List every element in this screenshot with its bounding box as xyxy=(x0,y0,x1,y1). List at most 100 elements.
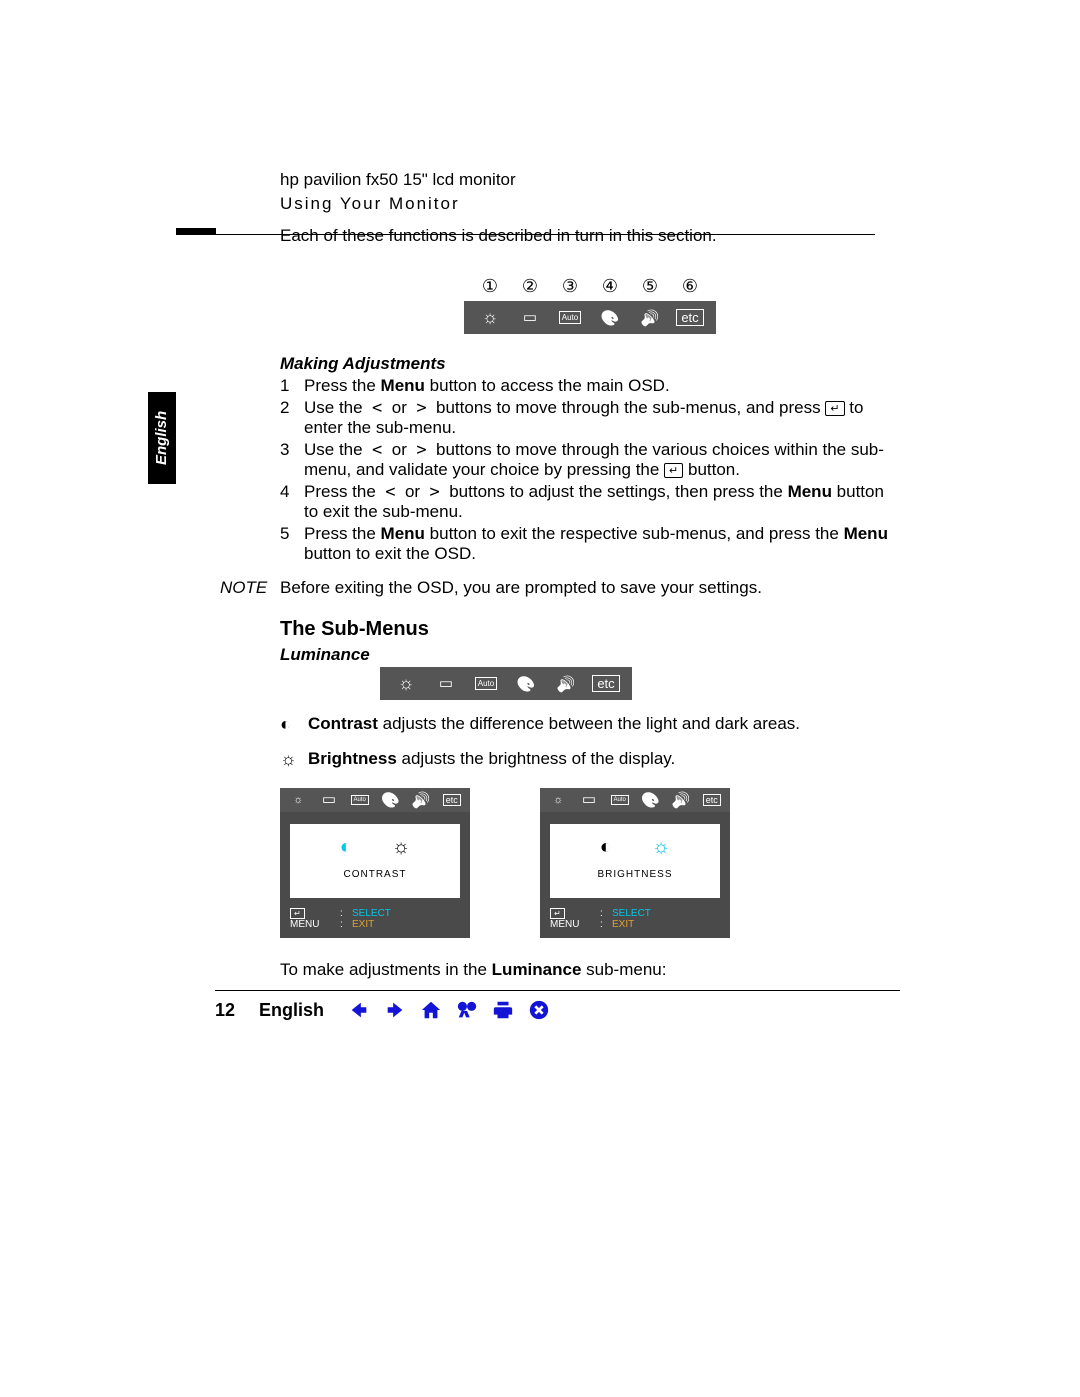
panel-label: CONTRAST xyxy=(292,869,458,880)
making-adjustments-heading: Making Adjustments xyxy=(280,354,900,374)
brightness-desc: Brightness adjusts the brightness of the… xyxy=(280,749,900,770)
page: English hp pavilion fx50 15" lcd monitor… xyxy=(0,0,1080,1397)
brightness-panel: Auto etc BRIGHTNESS ↵:SELECT MENU:EXIT xyxy=(540,788,730,938)
brightness-icon xyxy=(652,836,670,859)
exit-label: EXIT xyxy=(612,919,634,930)
panel-footer: ↵:SELECT MENU:EXIT xyxy=(280,904,470,938)
step-text: Press the Menu button to access the main… xyxy=(304,376,900,396)
osd-num-5: ⑤ xyxy=(630,276,670,297)
select-label: SELECT xyxy=(352,908,391,919)
geometry-icon xyxy=(510,307,550,328)
page-number: 12 xyxy=(215,1000,235,1021)
step-1: 1 Press the Menu button to access the ma… xyxy=(280,376,900,396)
panel-body: CONTRAST xyxy=(290,824,460,898)
note-text: Before exiting the OSD, you are prompted… xyxy=(280,578,762,598)
page-footer: 12 English xyxy=(215,999,900,1021)
panel-label: BRIGHTNESS xyxy=(552,869,718,880)
step-3: 3 Use the < or > buttons to move through… xyxy=(280,440,900,480)
osd-main-bar: Auto etc xyxy=(464,301,716,334)
geometry-icon xyxy=(574,791,605,809)
note-label: NOTE xyxy=(220,578,280,598)
auto-icon: Auto xyxy=(344,791,375,809)
luminance-subhead: Luminance xyxy=(280,645,900,665)
step-num: 2 xyxy=(280,398,304,438)
intro-text: Each of these functions is described in … xyxy=(280,226,900,246)
closing-text: To make adjustments in the Luminance sub… xyxy=(280,960,900,980)
color-icon xyxy=(590,307,630,328)
luminance-icon xyxy=(283,791,314,809)
next-page-icon[interactable] xyxy=(384,999,406,1021)
print-icon[interactable] xyxy=(492,999,514,1021)
panel-footer: ↵:SELECT MENU:EXIT xyxy=(540,904,730,938)
footer-language: English xyxy=(259,1000,324,1021)
enter-key-icon: ↵ xyxy=(550,908,565,919)
brightness-text: Brightness adjusts the brightness of the… xyxy=(308,749,900,770)
geometry-icon xyxy=(314,791,345,809)
menu-label: MENU xyxy=(290,919,340,930)
auto-icon: Auto xyxy=(550,311,590,324)
osd-num-3: ③ xyxy=(550,276,590,297)
contrast-icon xyxy=(600,836,612,859)
footer-rule xyxy=(215,990,900,991)
etc-icon: etc xyxy=(670,309,710,326)
step-num: 3 xyxy=(280,440,304,480)
enter-key-icon: ↵ xyxy=(664,463,683,478)
osd-num-4: ④ xyxy=(590,276,630,297)
step-num: 5 xyxy=(280,524,304,564)
audio-icon xyxy=(666,791,697,809)
luminance-icon xyxy=(386,673,426,694)
section-name: Using Your Monitor xyxy=(280,194,900,214)
audio-icon xyxy=(406,791,437,809)
adjustment-steps: 1 Press the Menu button to access the ma… xyxy=(280,376,900,564)
osd-subpanels: Auto etc CONTRAST ↵:SELECT MENU:EXIT xyxy=(280,788,900,938)
step-text: Press the < or > buttons to adjust the s… xyxy=(304,482,900,522)
sub-menus-heading: The Sub-Menus xyxy=(280,618,900,641)
osd-number-labels: ① ② ③ ④ ⑤ ⑥ xyxy=(465,276,715,297)
luminance-icon xyxy=(470,307,510,328)
step-5: 5 Press the Menu button to exit the resp… xyxy=(280,524,900,564)
color-icon xyxy=(375,791,406,809)
step-num: 1 xyxy=(280,376,304,396)
color-icon xyxy=(506,673,546,694)
luminance-icon xyxy=(543,791,574,809)
osd-luminance-bar: Auto etc xyxy=(380,667,632,700)
mini-osd-bar: Auto etc xyxy=(280,788,470,812)
color-icon xyxy=(635,791,666,809)
geometry-icon xyxy=(426,673,466,694)
step-text: Use the < or > buttons to move through t… xyxy=(304,398,900,438)
prev-page-icon[interactable] xyxy=(348,999,370,1021)
note-row: NOTE Before exiting the OSD, you are pro… xyxy=(280,578,900,598)
step-4: 4 Press the < or > buttons to adjust the… xyxy=(280,482,900,522)
exit-label: EXIT xyxy=(352,919,374,930)
step-2: 2 Use the < or > buttons to move through… xyxy=(280,398,900,438)
menu-label: MENU xyxy=(550,919,600,930)
close-icon[interactable] xyxy=(528,999,550,1021)
osd-num-6: ⑥ xyxy=(670,276,710,297)
step-text: Press the Menu button to exit the respec… xyxy=(304,524,900,564)
enter-key-icon: ↵ xyxy=(290,908,305,919)
select-label: SELECT xyxy=(612,908,651,919)
contrast-desc: Contrast adjusts the difference between … xyxy=(280,714,900,735)
home-icon[interactable] xyxy=(420,999,442,1021)
language-tab: English xyxy=(148,392,176,484)
contrast-text: Contrast adjusts the difference between … xyxy=(308,714,900,735)
etc-icon: etc xyxy=(586,675,626,692)
search-icon[interactable] xyxy=(456,999,478,1021)
enter-key-icon: ↵ xyxy=(825,401,844,416)
panel-body: BRIGHTNESS xyxy=(550,824,720,898)
auto-icon: Auto xyxy=(466,677,506,690)
mini-osd-bar: Auto etc xyxy=(540,788,730,812)
header-black-block xyxy=(176,228,216,235)
brightness-icon xyxy=(280,749,308,770)
product-name: hp pavilion fx50 15" lcd monitor xyxy=(280,170,900,190)
osd-num-2: ② xyxy=(510,276,550,297)
contrast-icon xyxy=(340,836,352,859)
auto-icon: Auto xyxy=(604,791,635,809)
step-num: 4 xyxy=(280,482,304,522)
step-text: Use the < or > buttons to move through t… xyxy=(304,440,900,480)
header-rule xyxy=(215,234,875,235)
osd-num-1: ① xyxy=(470,276,510,297)
etc-icon: etc xyxy=(436,791,467,809)
etc-icon: etc xyxy=(696,791,727,809)
contrast-panel: Auto etc CONTRAST ↵:SELECT MENU:EXIT xyxy=(280,788,470,938)
